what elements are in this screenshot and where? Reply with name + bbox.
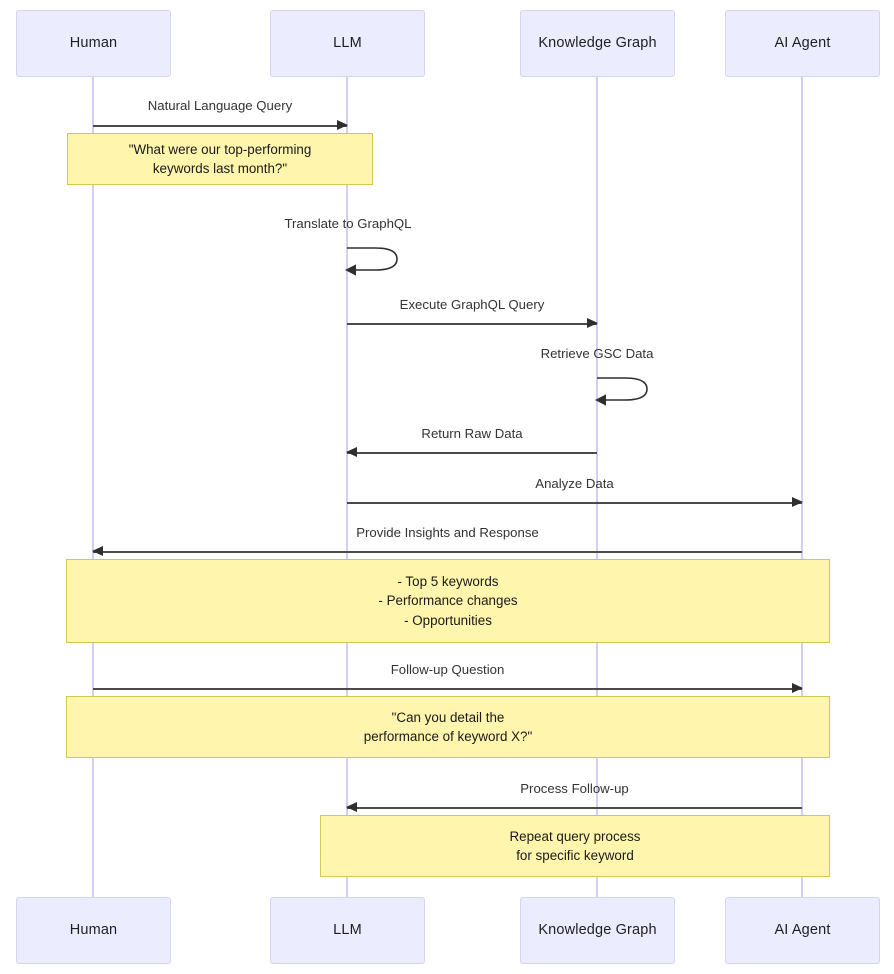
arrow-line (347, 502, 802, 504)
arrow-line (347, 323, 597, 325)
sequence-diagram: Human LLM Knowledge Graph AI Agent Natur… (0, 0, 894, 974)
note-follow-up-question-text: "Can you detail the performance of keywo… (66, 696, 830, 758)
actor-box-llm-bottom[interactable]: LLM (270, 897, 425, 964)
note-repeat-query-process: Repeat query process for specific keywor… (320, 815, 830, 877)
actor-box-human-bottom[interactable]: Human (16, 897, 171, 964)
note-line-1: - Top 5 keywords (397, 573, 499, 589)
selfloop-arrow-head (345, 264, 356, 276)
actor-box-knowledge-graph-top[interactable]: Knowledge Graph (520, 10, 675, 77)
message-label-analyze-data: Analyze Data (535, 476, 614, 491)
actor-box-llm-top[interactable]: LLM (270, 10, 425, 77)
arrow-head-left (346, 801, 357, 812)
arrow-line (93, 125, 347, 127)
note-line-3: - Opportunities (404, 612, 492, 628)
arrow-head-right (587, 317, 598, 328)
note-line-1: Repeat query process (509, 828, 641, 844)
note-line-1: "What were our top-performing (128, 141, 312, 157)
arrow-head-right (792, 682, 803, 693)
actor-label-knowledge-graph-bottom: Knowledge Graph (538, 921, 657, 938)
actor-label-llm-bottom: LLM (333, 921, 362, 938)
arrow-line (347, 452, 597, 454)
arrow-head-right (337, 119, 348, 130)
note-user-question: "What were our top-performing keywords l… (67, 133, 373, 185)
selfloop-arrow-head (595, 394, 606, 406)
message-selfloop-translate-to-graphql (341, 242, 405, 276)
arrow-head-right (792, 496, 803, 507)
message-label-provide-insights-and-response: Provide Insights and Response (356, 525, 539, 540)
note-line-2: for specific keyword (516, 848, 634, 863)
actor-label-human-top: Human (69, 34, 118, 51)
note-line-2: performance of keyword X?" (363, 729, 533, 744)
message-label-translate-to-graphql: Translate to GraphQL (284, 216, 412, 231)
note-line-1: "Can you detail the (391, 709, 505, 725)
actor-box-knowledge-graph-bottom[interactable]: Knowledge Graph (520, 897, 675, 964)
arrow-line (93, 688, 802, 690)
message-label-return-raw-data: Return Raw Data (421, 426, 523, 441)
arrow-head-left (92, 545, 103, 556)
message-label-natural-language-query: Natural Language Query (147, 98, 293, 113)
note-line-2: keywords last month?" (152, 161, 288, 176)
note-line-2: - Performance changes (378, 593, 518, 609)
arrow-line (347, 807, 802, 809)
actor-label-llm-top: LLM (333, 34, 362, 51)
actor-label-human-bottom: Human (69, 921, 118, 938)
message-selfloop-retrieve-gsc-data (591, 372, 655, 406)
message-label-execute-graphql-query: Execute GraphQL Query (399, 297, 545, 312)
actor-label-ai-agent-top: AI Agent (774, 34, 831, 51)
selfloop-svg (595, 377, 648, 406)
actor-label-knowledge-graph-top: Knowledge Graph (538, 34, 657, 51)
actor-label-ai-agent-bottom: AI Agent (774, 921, 831, 938)
arrow-line (93, 551, 802, 553)
selfloop-svg (345, 247, 398, 276)
lifeline-human (92, 77, 94, 897)
message-label-follow-up-question: Follow-up Question (390, 662, 505, 677)
message-label-retrieve-gsc-data: Retrieve GSC Data (540, 346, 654, 361)
actor-box-ai-agent-bottom[interactable]: AI Agent (725, 897, 880, 964)
actor-box-human-top[interactable]: Human (16, 10, 171, 77)
actor-box-ai-agent-top[interactable]: AI Agent (725, 10, 880, 77)
arrow-head-left (346, 446, 357, 457)
message-label-process-follow-up: Process Follow-up (520, 781, 629, 796)
note-insights-summary: - Top 5 keywords - Performance changes -… (66, 559, 830, 643)
